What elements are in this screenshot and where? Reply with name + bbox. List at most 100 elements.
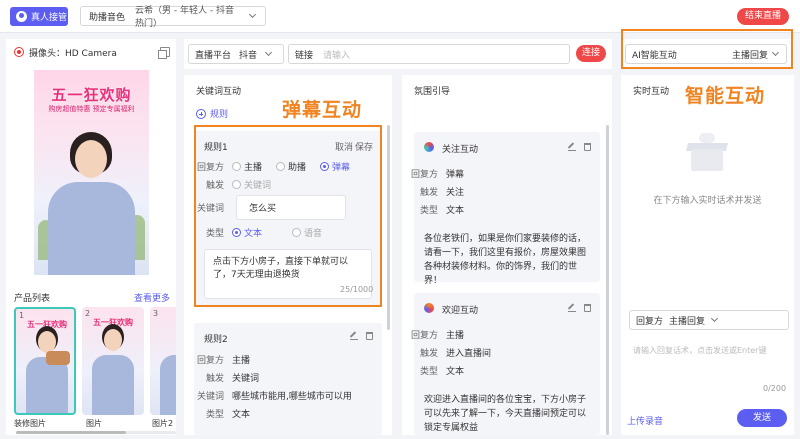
realtime-column: 实时互动 智能互动 在下方输入实时话术并发送 回复方 主播回复 请输入回复话术，… [621,75,794,435]
reply-value: 弹幕 [446,170,465,180]
type-value: 文本 [446,206,465,216]
thumb-title: 五一狂欢购 [93,318,133,327]
chevron-down-icon [265,50,273,58]
reply-value: 主播 [446,331,465,341]
products-title: 产品列表 [14,294,51,304]
danmaku-highlight-frame [194,125,382,307]
vertical-scrollbar[interactable] [606,125,609,435]
tiktok-icon [424,142,434,152]
reply-label: 回复方 [636,316,664,327]
record-icon[interactable] [14,47,24,57]
realtime-reply-select[interactable]: 回复方 主播回复 [629,310,789,330]
trigger-row: 触发 关注 [408,185,464,198]
card-text: 欢迎进入直播间的各位宝宝，下方小房子可以先来了解一下，今天直播间预定可以锁定专属… [424,395,587,431]
reply-row: 回复方 主播 [408,328,464,341]
product-image [46,351,70,365]
products-more-link[interactable]: 查看更多 [134,291,170,304]
left-panel: 摄像头：HD Camera 五一狂欢购 购房超值特惠 预定专属福利 产品列表 查… [6,39,176,435]
host-takeover-button[interactable]: 真人接管 [10,7,68,26]
type-row: 类型 文本 [408,203,464,216]
type-label: 类型 [419,206,438,216]
atmosphere-column: 氛围引导 关注互动 回复方 弹幕 触发 关注 类型 文本 各位老铁们，如果是你们… [402,75,612,435]
product-thumb[interactable]: 2 五一狂欢购 [82,307,144,415]
trigger-value: 关注 [446,188,465,198]
video-subbanner: 购房超值特惠 预定专属福利 [48,105,135,113]
presenter-face [38,331,56,353]
box-body [691,149,723,171]
send-button[interactable]: 发送 [737,409,787,427]
link-input[interactable]: 链接 请输入 [288,44,570,64]
link-label: 链接 [295,50,314,61]
reply-label: 回复方 [410,331,438,341]
reply-label: 回复方 [196,356,224,366]
type-value: 文本 [446,367,465,377]
presenter-face [75,140,107,178]
thumb-label: 图片 [86,419,102,427]
realtime-title: 实时互动 [633,87,670,97]
trash-icon[interactable] [584,143,591,151]
plus-circle-icon [196,108,206,119]
copy-icon[interactable] [158,47,170,59]
type-value: 文本 [232,410,251,420]
keyword-label: 关键词 [196,392,224,402]
reply-row: 回复方 弹幕 [408,167,464,180]
type-row: 类型 文本 [408,364,464,377]
trash-icon[interactable] [584,304,591,312]
edit-icon[interactable] [350,332,358,340]
welcome-icon [424,303,434,313]
trigger-label: 触发 [205,374,224,384]
thumb-label: 装修图片 [14,419,46,427]
thumb-title: 五 [152,317,176,328]
connect-button[interactable]: 连接 [576,45,606,62]
rule-name: 规则2 [204,335,228,345]
empty-box-icon [685,133,729,173]
product-thumb[interactable]: 1 五一狂欢购 [14,307,76,415]
vertical-scrollbar[interactable] [387,125,390,330]
presenter-body [48,182,135,275]
keyword-row: 关键词 哪些城市能用,哪些城市可以用 [194,389,352,402]
platform-label: 直播平台 [195,50,232,61]
end-live-button[interactable]: 结束直播 [737,8,789,25]
atmosphere-title: 氛围引导 [414,87,451,97]
danmaku-overlay-title: 弹幕互动 [282,99,363,121]
live-preview: 五一狂欢购 购房超值特惠 预定专属福利 [34,70,149,275]
product-thumbs: 1 五一狂欢购 装修图片 2 五一狂欢购 图片 3 五 图片2 [14,307,176,427]
ai-overlay-title: 智能互动 [685,85,766,107]
cloud-shape [699,133,715,143]
voice-label: 助播音色 [89,12,126,23]
keyword-title: 关键词互动 [196,87,242,97]
trigger-row: 触发 关键词 [194,371,259,384]
type-row: 类型 文本 [194,407,250,420]
upload-recording-link[interactable]: 上传录音 [627,414,663,427]
empty-hint: 在下方输入实时话术并发送 [653,196,762,206]
card-name: 欢迎互动 [442,306,479,316]
platform-bar: 直播平台 抖音 链接 请输入 连接 [184,39,612,69]
ai-highlight-frame [621,29,793,69]
chevron-down-icon [249,12,257,20]
presenter-body [92,355,134,415]
trigger-label: 触发 [419,349,438,359]
presenter-body [160,355,176,415]
camera-row: 摄像头：HD Camera [14,45,170,59]
product-thumb[interactable]: 3 五 [150,307,176,415]
platform-select[interactable]: 直播平台 抖音 [188,44,284,64]
welcome-card: 欢迎互动 回复方 主播 触发 进入直播间 类型 文本 欢迎进入直播间的各位宝宝，… [411,293,600,435]
add-rule-button[interactable]: 规则 [196,107,228,120]
horizontal-scrollbar[interactable] [16,431,176,434]
platform-value: 抖音 [239,50,258,61]
link-placeholder: 请输入 [323,50,351,61]
realtime-input[interactable]: 请输入回复话术，点击发送或Enter键 [633,345,766,356]
thumb-label: 图片2 [152,419,174,427]
edit-icon[interactable] [568,304,576,312]
trigger-value: 进入直播间 [446,349,492,359]
voice-select[interactable]: 助播音色 云希（男 - 年轻人 - 抖音热门） [80,6,266,29]
thumb-title: 五一狂欢购 [27,320,67,329]
edit-icon[interactable] [568,143,576,151]
trash-icon[interactable] [366,332,373,340]
type-label: 类型 [419,367,438,377]
trigger-value: 关键词 [232,374,260,384]
user-avatar-icon [16,11,27,22]
keyword-interaction-column: 关键词互动 规则 弹幕互动 规则1 取消 保存 回复方 主播 助播 弹幕 触发 … [184,75,392,435]
add-rule-label: 规则 [210,110,229,120]
host-takeover-label: 真人接管 [31,13,68,23]
